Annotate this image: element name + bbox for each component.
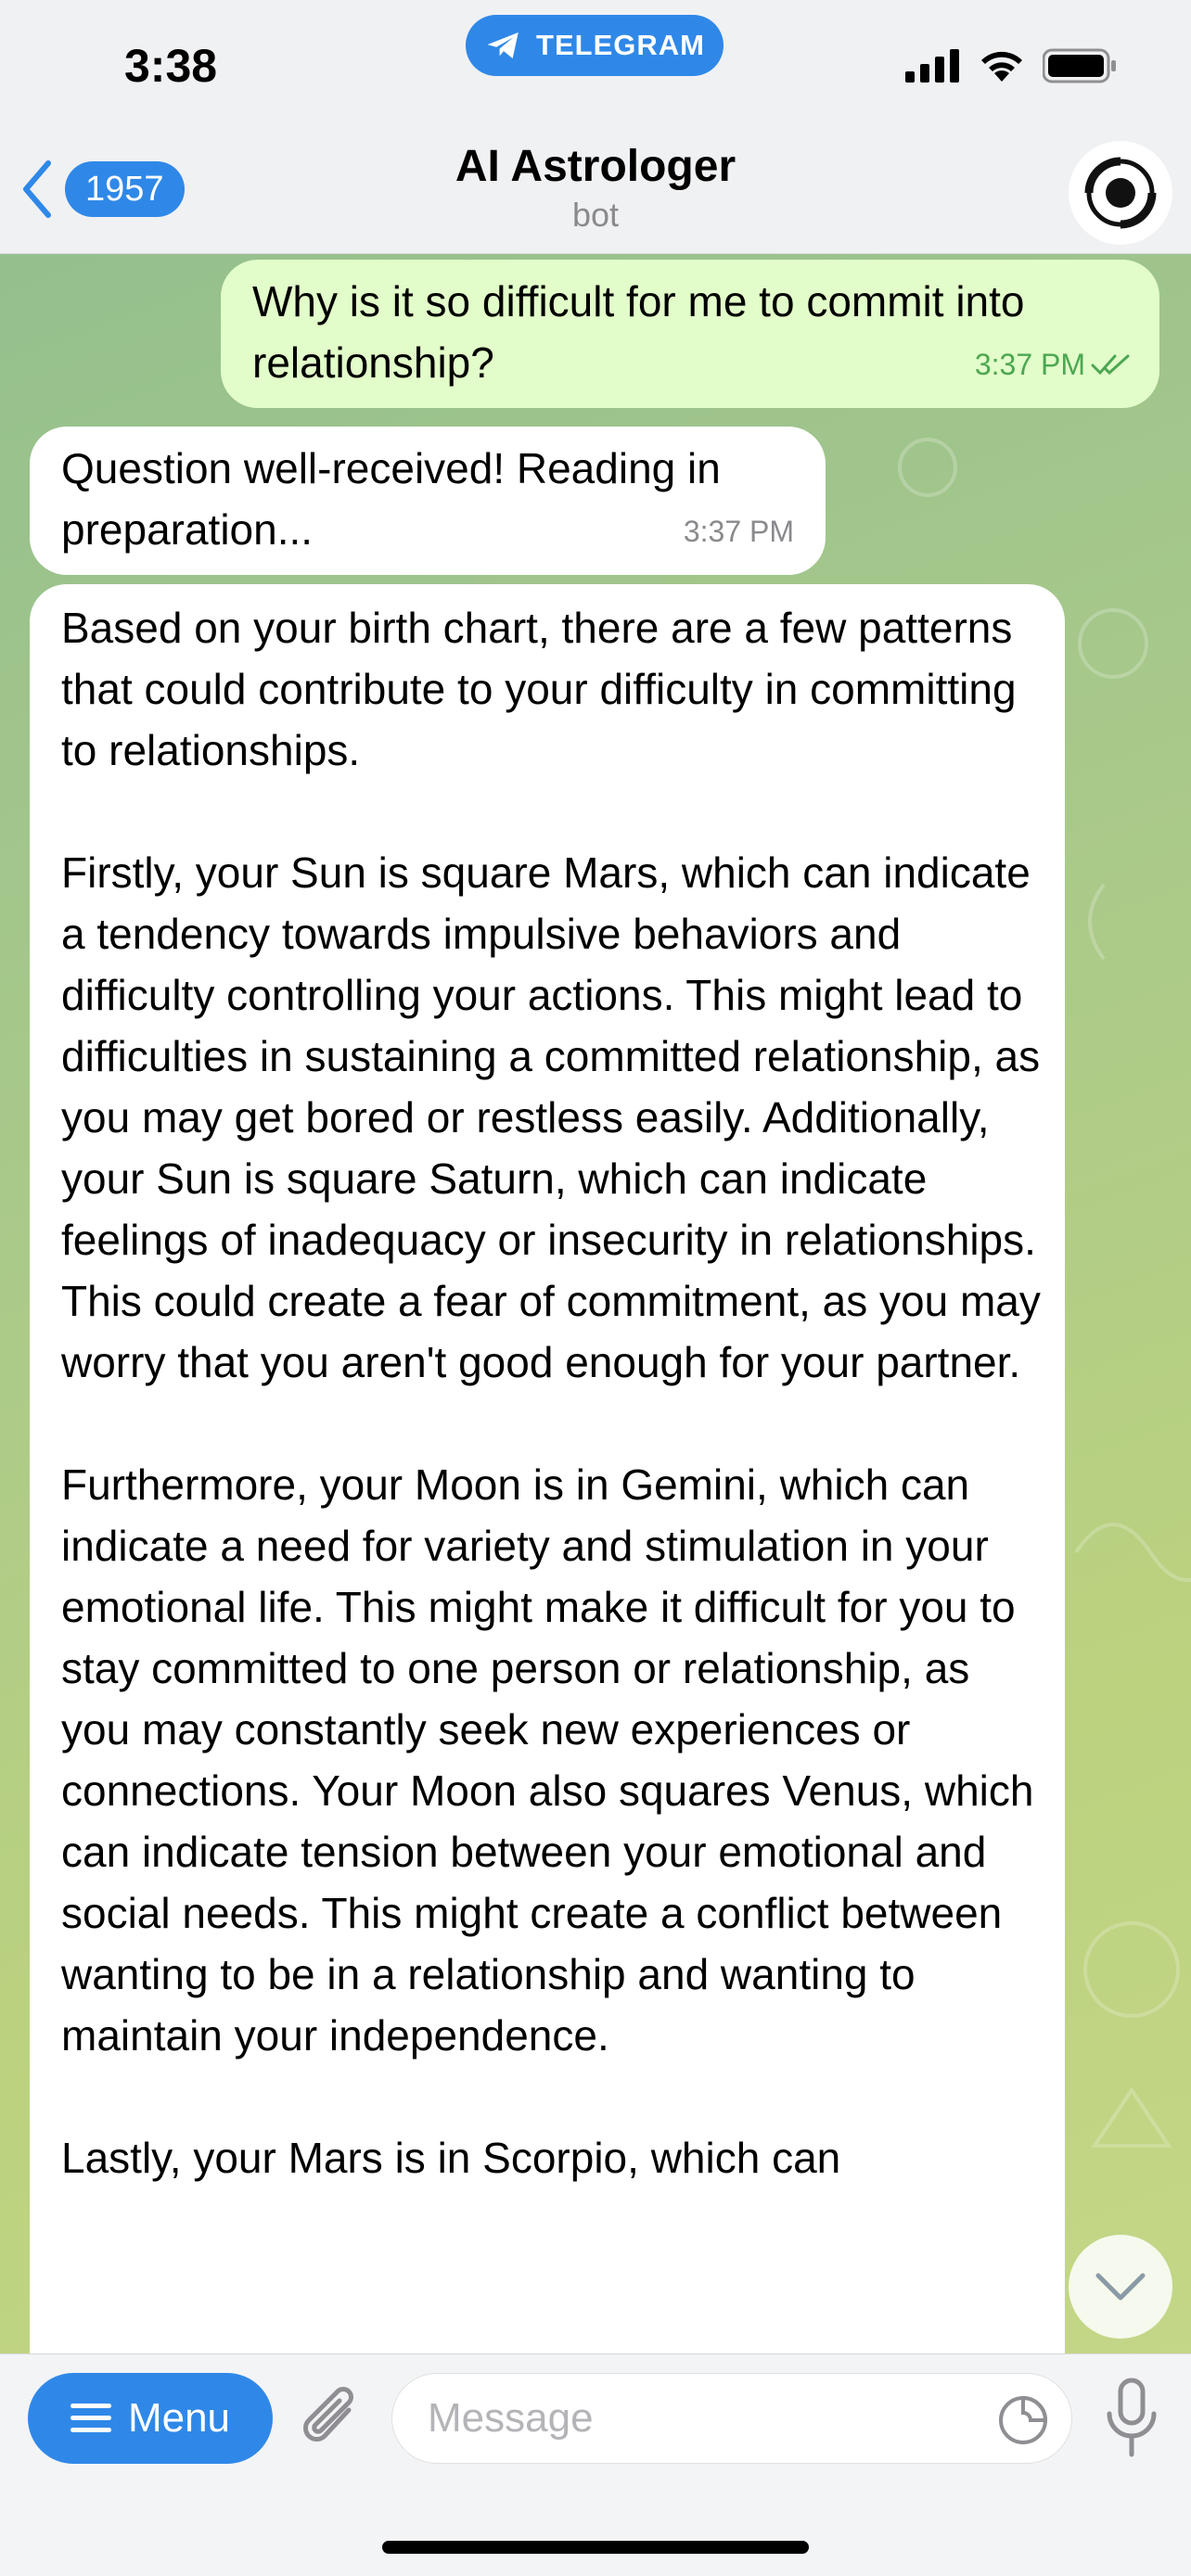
message-time: 3:37 PM bbox=[683, 515, 794, 548]
orbit-logo-icon bbox=[1076, 148, 1165, 237]
outgoing-message[interactable]: Why is it so difficult for me to commit … bbox=[221, 260, 1159, 408]
double-check-icon bbox=[1091, 354, 1130, 376]
sticker-icon[interactable] bbox=[997, 2394, 1049, 2446]
message-text: Based on your birth chart, there are a f… bbox=[61, 604, 1041, 2182]
message-meta: 3:37 PM bbox=[975, 334, 1132, 395]
bot-avatar[interactable] bbox=[1069, 141, 1172, 245]
menu-button-label: Menu bbox=[127, 2395, 231, 2441]
telegram-plane-icon bbox=[487, 32, 519, 58]
status-time: 3:38 bbox=[124, 40, 218, 92]
message-placeholder: Message bbox=[428, 2395, 594, 2441]
hamburger-icon bbox=[70, 2404, 111, 2432]
status-icons bbox=[905, 48, 1117, 83]
telegram-pill-label: TELEGRAM bbox=[536, 29, 705, 61]
paperclip-icon[interactable] bbox=[297, 2382, 367, 2456]
incoming-message-reading[interactable]: Based on your birth chart, there are a f… bbox=[30, 584, 1065, 2365]
wifi-icon bbox=[981, 51, 1022, 82]
message-input[interactable]: Message bbox=[391, 2373, 1072, 2464]
menu-button[interactable]: Menu bbox=[28, 2373, 273, 2464]
chat-subtitle: bot bbox=[571, 196, 620, 234]
chevron-down-icon bbox=[1095, 2273, 1146, 2301]
incoming-message[interactable]: Question well-received! Reading in prepa… bbox=[30, 427, 826, 575]
home-indicator[interactable] bbox=[382, 2541, 809, 2554]
chat-title: AI Astrologer bbox=[455, 142, 736, 191]
telegram-pill[interactable]: TELEGRAM bbox=[466, 15, 724, 76]
microphone-icon[interactable] bbox=[1102, 2377, 1161, 2460]
message-time: 3:37 PM bbox=[974, 348, 1085, 381]
battery-icon bbox=[1043, 48, 1116, 83]
scroll-to-bottom-button[interactable] bbox=[1069, 2235, 1172, 2339]
cellular-signal-icon bbox=[905, 49, 959, 83]
chat-title-block[interactable]: AI Astrologer bot bbox=[0, 141, 1191, 235]
chat-header: 3:38 TELEGRAM 1957 AI Astrologer bot bbox=[0, 0, 1191, 254]
